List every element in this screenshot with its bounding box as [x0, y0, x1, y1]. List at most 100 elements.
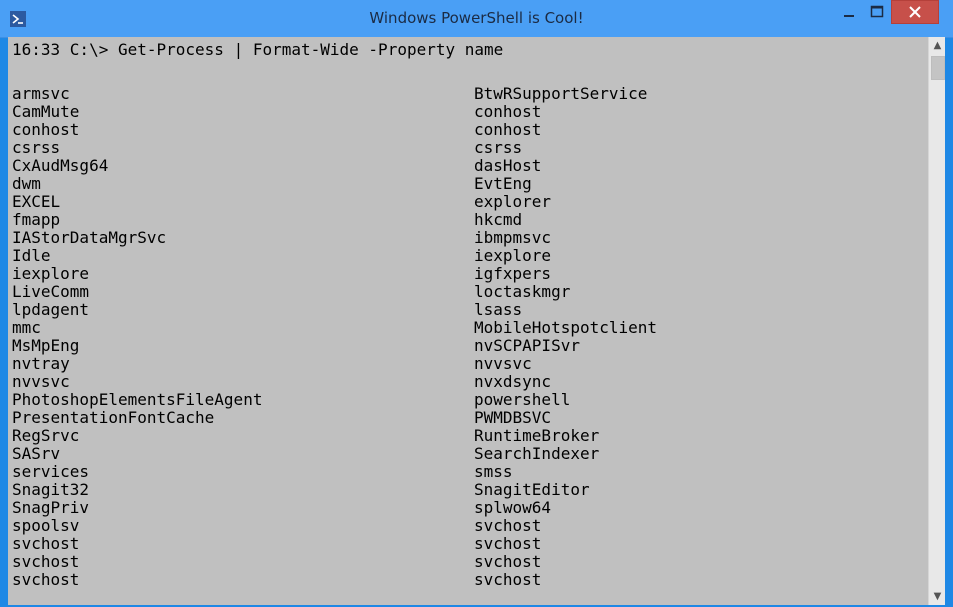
- process-name-right: RuntimeBroker: [474, 427, 600, 445]
- minimize-icon: [844, 15, 854, 17]
- process-name-left: Idle: [12, 247, 51, 265]
- process-name-left: svchost: [12, 553, 80, 571]
- process-name-left: mmc: [12, 319, 41, 337]
- process-row: SnagPriv splwow64: [12, 499, 936, 517]
- process-name-left: Snagit32: [12, 481, 90, 499]
- process-name-right: loctaskmgr: [474, 283, 571, 301]
- process-name-right: EvtEng: [474, 175, 532, 193]
- maximize-button[interactable]: [863, 0, 891, 24]
- process-row: svchost svchost: [12, 571, 936, 589]
- process-row: spoolsv svchost: [12, 517, 936, 535]
- process-row: CxAudMsg64 dasHost: [12, 157, 936, 175]
- process-row: iexplore igfxpers: [12, 265, 936, 283]
- process-name-left: SnagPriv: [12, 499, 90, 517]
- process-row: PresentationFontCache PWMDBSVC: [12, 409, 936, 427]
- process-row: mmc MobileHotspotclient: [12, 319, 936, 337]
- process-name-left: MsMpEng: [12, 337, 80, 355]
- process-name-right: conhost: [474, 103, 542, 121]
- process-name-right: PWMDBSVC: [474, 409, 552, 427]
- process-row: lpdagent lsass: [12, 301, 936, 319]
- process-row: LiveComm loctaskmgr: [12, 283, 936, 301]
- process-name-left: dwm: [12, 175, 41, 193]
- process-name-right: svchost: [474, 553, 542, 571]
- process-name-right: conhost: [474, 121, 542, 139]
- process-name-right: explorer: [474, 193, 552, 211]
- process-row: IAStorDataMgrSvc ibmpmsvc: [12, 229, 936, 247]
- scroll-thumb[interactable]: [931, 56, 945, 80]
- process-name-right: BtwRSupportService: [474, 85, 648, 103]
- process-name-left: iexplore: [12, 265, 90, 283]
- process-row: armsvc BtwRSupportService: [12, 85, 936, 103]
- process-name-left: PresentationFontCache: [12, 409, 215, 427]
- process-name-right: nvvsvc: [474, 355, 532, 373]
- process-name-right: SnagitEditor: [474, 481, 590, 499]
- process-name-left: SASrv: [12, 445, 61, 463]
- process-row: RegSrvc RuntimeBroker: [12, 427, 936, 445]
- process-name-right: lsass: [474, 301, 523, 319]
- process-name-right: svchost: [474, 517, 542, 535]
- process-row: svchost svchost: [12, 553, 936, 571]
- process-name-right: MobileHotspotclient: [474, 319, 658, 337]
- console-output: 16:33 C:\> Get-Process | Format-Wide -Pr…: [12, 41, 936, 605]
- process-name-left: svchost: [12, 535, 80, 553]
- process-name-left: armsvc: [12, 85, 70, 103]
- process-name-right: igfxpers: [474, 265, 552, 283]
- process-row: csrss csrss: [12, 139, 936, 157]
- process-name-left: LiveComm: [12, 283, 90, 301]
- process-name-right: csrss: [474, 139, 523, 157]
- process-name-left: csrss: [12, 139, 61, 157]
- process-name-left: fmapp: [12, 211, 61, 229]
- process-name-left: CamMute: [12, 103, 80, 121]
- close-button[interactable]: [891, 0, 939, 24]
- prompt: 16:33 C:\>: [12, 40, 118, 59]
- process-row: Idle iexplore: [12, 247, 936, 265]
- process-name-right: splwow64: [474, 499, 552, 517]
- process-name-left: lpdagent: [12, 301, 90, 319]
- process-name-left: nvtray: [12, 355, 70, 373]
- title-bar[interactable]: Windows PowerShell is Cool!: [0, 0, 953, 38]
- process-row: Snagit32 SnagitEditor: [12, 481, 936, 499]
- close-icon: [909, 6, 921, 18]
- vertical-scrollbar[interactable]: ▲ ▼: [928, 37, 945, 605]
- console-area[interactable]: 16:33 C:\> Get-Process | Format-Wide -Pr…: [8, 37, 945, 605]
- process-name-left: CxAudMsg64: [12, 157, 109, 175]
- maximize-icon: [870, 5, 884, 18]
- process-name-right: smss: [474, 463, 513, 481]
- process-name-right: ibmpmsvc: [474, 229, 552, 247]
- process-name-left: nvvsvc: [12, 373, 70, 391]
- process-name-left: RegSrvc: [12, 427, 80, 445]
- process-name-right: svchost: [474, 535, 542, 553]
- process-row: EXCEL explorer: [12, 193, 936, 211]
- process-name-left: conhost: [12, 121, 80, 139]
- process-row: nvtray nvvsvc: [12, 355, 936, 373]
- command-text: Get-Process | Format-Wide -Property name: [117, 40, 504, 59]
- process-row: dwm EvtEng: [12, 175, 936, 193]
- process-name-left: PhotoshopElementsFileAgent: [12, 391, 263, 409]
- process-row: nvvsvc nvxdsync: [12, 373, 936, 391]
- window-title: Windows PowerShell is Cool!: [369, 9, 584, 27]
- command-line: 16:33 C:\> Get-Process | Format-Wide -Pr…: [12, 41, 936, 59]
- process-name-right: iexplore: [474, 247, 552, 265]
- process-list: armsvc BtwRSupportService CamMute conhost co…: [12, 85, 936, 589]
- process-row: services smss: [12, 463, 936, 481]
- process-name-right: nvSCPAPISvr: [474, 337, 580, 355]
- process-row: MsMpEng nvSCPAPISvr: [12, 337, 936, 355]
- process-name-right: dasHost: [474, 157, 542, 175]
- process-name-left: IAStorDataMgrSvc: [12, 229, 167, 247]
- process-row: SASrv SearchIndexer: [12, 445, 936, 463]
- process-name-left: services: [12, 463, 90, 481]
- process-row: fmapp hkcmd: [12, 211, 936, 229]
- process-name-left: spoolsv: [12, 517, 80, 535]
- process-row: conhost conhost: [12, 121, 936, 139]
- process-name-left: svchost: [12, 571, 80, 589]
- process-row: PhotoshopElementsFileAgent powershell: [12, 391, 936, 409]
- process-name-right: svchost: [474, 571, 542, 589]
- minimize-button[interactable]: [835, 0, 863, 24]
- powershell-window: Windows PowerShell is Cool! 16:33 C:\> G…: [0, 0, 953, 607]
- process-name-right: hkcmd: [474, 211, 523, 229]
- process-row: svchost svchost: [12, 535, 936, 553]
- process-row: CamMute conhost: [12, 103, 936, 121]
- scroll-up-icon[interactable]: ▲: [929, 37, 945, 54]
- scroll-down-icon[interactable]: ▼: [929, 588, 945, 605]
